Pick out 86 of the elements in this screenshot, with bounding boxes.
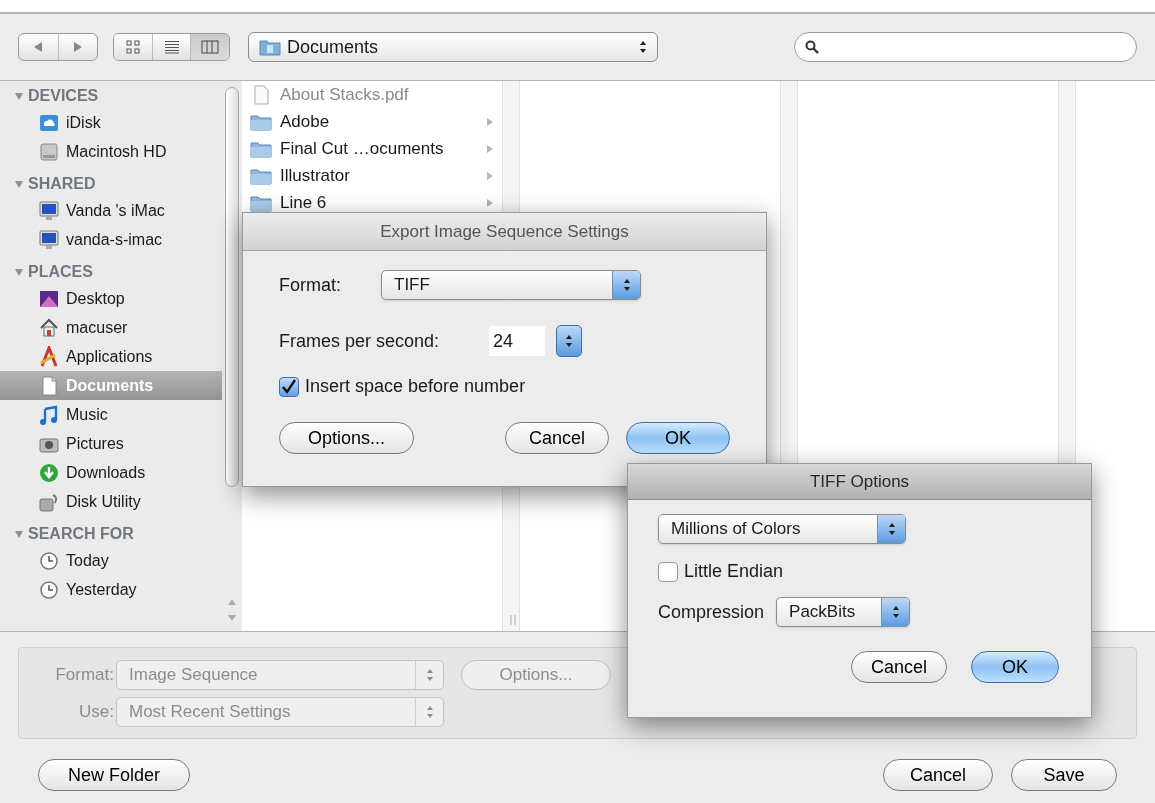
stepper-button[interactable]	[556, 325, 582, 357]
field-label: Frames per second:	[279, 329, 441, 353]
save-button[interactable]: Save	[1011, 759, 1117, 791]
sidebar-item[interactable]: macuser	[0, 313, 222, 342]
dialog-title: TIFF Options	[628, 464, 1091, 500]
cancel-button[interactable]: Cancel	[851, 651, 947, 683]
updown-arrows-icon	[887, 522, 896, 536]
sidebar-item[interactable]: Desktop	[0, 284, 222, 313]
sidebar-section-title: SEARCH FOR	[28, 523, 134, 544]
sidebar-item[interactable]: Applications	[0, 342, 222, 371]
path-popup[interactable]: Documents	[248, 32, 658, 62]
view-button[interactable]	[152, 34, 192, 60]
sidebar-item[interactable]: Today	[0, 546, 222, 575]
cancel-button[interactable]: Cancel	[505, 422, 609, 454]
disclosure-triangle-icon[interactable]	[14, 266, 24, 277]
cancel-button[interactable]: Cancel	[883, 759, 993, 791]
list-view-icon	[163, 40, 180, 54]
updown-arrows-icon	[425, 704, 434, 719]
sidebar-item[interactable]: Yesterday	[0, 575, 222, 604]
field-label: Format:	[54, 663, 114, 686]
sidebar-item[interactable]: Downloads	[0, 458, 222, 487]
ok-button[interactable]: OK	[626, 422, 730, 454]
disclosure-triangle-icon[interactable]	[14, 90, 24, 101]
file-row[interactable]: About Stacks.pdf	[242, 81, 502, 108]
format-popup[interactable]: TIFF	[381, 270, 641, 300]
resize-handle-icon	[510, 615, 516, 625]
checkbox[interactable]	[279, 376, 299, 397]
sidebar-item[interactable]: Pictures	[0, 429, 222, 458]
monitor-icon	[38, 199, 60, 222]
frames-per-second-field[interactable]: 24	[489, 326, 545, 356]
column-view-icon	[201, 40, 220, 54]
folder-icon	[250, 166, 272, 185]
chevron-right-icon	[486, 116, 494, 127]
sidebar-item[interactable]: Disk Utility	[0, 487, 222, 516]
updown-arrows-icon	[622, 278, 631, 292]
ok-button[interactable]: OK	[971, 651, 1059, 683]
checkbox-label: Little Endian	[684, 560, 784, 583]
sidebar-item[interactable]: iDisk	[0, 108, 222, 137]
sidebar-item[interactable]: vanda-s-imac	[0, 225, 222, 254]
file-row[interactable]: Adobe	[242, 108, 502, 135]
updown-arrows-icon	[639, 40, 647, 54]
dialog-title: Export Image Sequence Settings	[243, 213, 766, 251]
pencil-ruler-icon	[38, 345, 60, 368]
search-icon	[805, 40, 819, 54]
search-field[interactable]	[794, 32, 1137, 62]
chevron-right-icon	[486, 197, 494, 208]
hard-drive-icon	[38, 140, 60, 163]
updown-arrows-icon	[891, 605, 900, 619]
disclosure-triangle-icon[interactable]	[14, 528, 24, 539]
options-button[interactable]: Options...	[279, 422, 414, 454]
disclosure-triangle-icon[interactable]	[14, 178, 24, 189]
checkbox[interactable]	[658, 561, 678, 582]
updown-arrows-icon	[565, 334, 573, 348]
music-note-icon	[38, 403, 60, 426]
sidebar-section-title: SHARED	[28, 173, 96, 194]
grid-view-icon	[124, 40, 141, 54]
sidebar-item[interactable]: Vanda 's iMac	[0, 196, 222, 225]
sidebar-section-title: PLACES	[28, 261, 93, 282]
folder-icon	[250, 193, 272, 212]
file-row[interactable]: Final Cut …ocuments	[242, 135, 502, 162]
folder-icon	[250, 112, 272, 131]
checkbox-label: Insert space before number	[305, 375, 526, 398]
clock-icon	[38, 578, 60, 601]
color-depth-popup[interactable]: Millions of Colors	[658, 514, 906, 544]
new-folder-button[interactable]: New Folder	[38, 759, 190, 791]
back-arrow-icon	[33, 41, 44, 53]
updown-arrows-icon	[425, 667, 434, 682]
forward-arrow-icon	[72, 41, 83, 53]
field-label: Format:	[279, 273, 342, 297]
chevron-right-icon	[486, 170, 494, 181]
download-icon	[38, 461, 60, 484]
file-row[interactable]: Illustrator	[242, 162, 502, 189]
field-label: Compression	[658, 600, 765, 624]
file-row[interactable]: Line 6	[242, 189, 502, 216]
checkmark-icon	[281, 378, 297, 395]
house-icon	[38, 316, 60, 339]
clock-icon	[38, 549, 60, 572]
sidebar-item[interactable]: Music	[0, 400, 222, 429]
compression-popup[interactable]: PackBits	[776, 597, 911, 627]
sidebar-item[interactable]: Macintosh HD	[0, 137, 222, 166]
field-label: Use:	[78, 700, 114, 723]
folder-icon	[259, 38, 281, 56]
monitor-icon	[38, 228, 60, 251]
folder-icon	[250, 139, 272, 158]
sidebar-section-title: DEVICES	[28, 85, 99, 106]
chevron-right-icon	[486, 143, 494, 154]
